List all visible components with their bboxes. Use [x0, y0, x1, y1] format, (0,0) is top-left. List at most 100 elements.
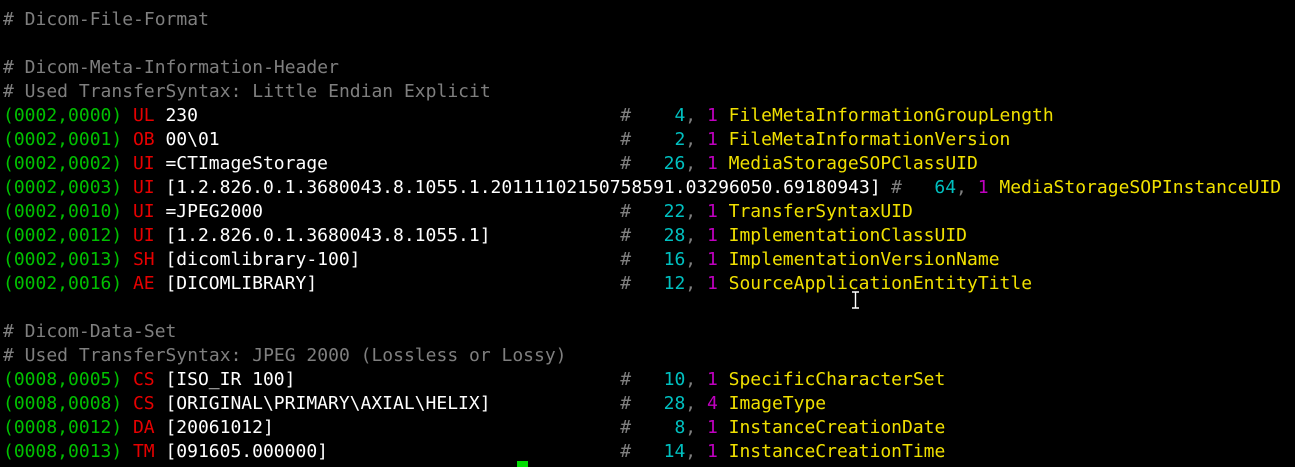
element-keyword: MediaStorageSOPInstanceUID — [999, 177, 1282, 198]
comma-separator: , — [685, 201, 697, 222]
comma-separator: , — [685, 273, 697, 294]
hash-separator: # — [620, 249, 632, 270]
hash-separator: # — [620, 105, 632, 126]
comma-separator: , — [956, 177, 967, 198]
comment-data-set: # Dicom-Data-Set — [3, 321, 177, 342]
dicom-tag: (0002,0001) — [3, 129, 123, 150]
element-length: 28 — [641, 393, 686, 414]
element-keyword: ImageType — [728, 393, 827, 414]
element-value: =JPEG2000 — [165, 201, 263, 222]
value-multiplicity: 1 — [977, 177, 989, 198]
element-length: 2 — [641, 129, 686, 150]
ibeam-cursor-icon — [852, 291, 859, 309]
value-representation: AE — [132, 273, 155, 294]
element-keyword: MediaStorageSOPClassUID — [728, 153, 978, 174]
value-multiplicity: 1 — [706, 273, 718, 294]
element-keyword: TransferSyntaxUID — [728, 201, 913, 222]
element-value: [ORIGINAL\PRIMARY\AXIAL\HELIX] — [165, 393, 491, 414]
value-representation: TM — [132, 441, 155, 462]
element-length: 64 — [912, 177, 957, 198]
terminal-block-cursor — [517, 461, 528, 467]
element-length: 8 — [641, 417, 686, 438]
dicom-tag: (0002,0016) — [3, 273, 123, 294]
value-multiplicity: 1 — [706, 417, 718, 438]
value-representation: UI — [132, 201, 155, 222]
element-value: 00\01 — [165, 129, 220, 150]
element-length: 12 — [641, 273, 686, 294]
comma-separator: , — [685, 369, 697, 390]
hash-separator: # — [620, 129, 632, 150]
comma-separator: , — [685, 417, 697, 438]
value-representation: DA — [132, 417, 155, 438]
element-keyword: InstanceCreationTime — [728, 441, 946, 462]
comma-separator: , — [685, 153, 697, 174]
comma-separator: , — [685, 249, 697, 270]
dicom-tag: (0002,0000) — [3, 105, 123, 126]
element-length: 10 — [641, 369, 686, 390]
value-representation: OB — [132, 129, 155, 150]
dicom-tag: (0008,0005) — [3, 369, 123, 390]
dicom-tag: (0002,0012) — [3, 225, 123, 246]
element-keyword: SourceApplicationEntityTitle — [728, 273, 1033, 294]
value-multiplicity: 1 — [706, 129, 718, 150]
element-value: [dicomlibrary-100] — [165, 249, 361, 270]
element-length: 4 — [641, 105, 686, 126]
comma-separator: , — [685, 105, 697, 126]
comment-file-format: # Dicom-File-Format — [3, 9, 209, 30]
element-length: 22 — [641, 201, 686, 222]
dicom-tag: (0002,0002) — [3, 153, 123, 174]
value-multiplicity: 1 — [706, 105, 718, 126]
terminal-window[interactable]: # Dicom-File-Format # Dicom-Meta-Informa… — [0, 0, 1295, 467]
dicom-tag: (0002,0003) — [3, 177, 123, 198]
element-value: 230 — [165, 105, 198, 126]
element-length: 16 — [641, 249, 686, 270]
dicom-tag: (0008,0008) — [3, 393, 123, 414]
value-representation: UI — [132, 153, 155, 174]
comma-separator: , — [685, 441, 697, 462]
dicom-tag: (0008,0012) — [3, 417, 123, 438]
hash-separator: # — [891, 177, 902, 198]
value-representation: UI — [132, 225, 155, 246]
element-length: 14 — [641, 441, 686, 462]
value-multiplicity: 1 — [706, 201, 718, 222]
hash-separator: # — [620, 201, 632, 222]
value-representation: CS — [132, 369, 155, 390]
hash-separator: # — [620, 369, 632, 390]
element-value: =CTImageStorage — [165, 153, 328, 174]
hash-separator: # — [620, 417, 632, 438]
element-keyword: SpecificCharacterSet — [728, 369, 946, 390]
comment-meta-header: # Dicom-Meta-Information-Header — [3, 57, 339, 78]
element-keyword: ImplementationVersionName — [728, 249, 1000, 270]
element-length: 26 — [641, 153, 686, 174]
comma-separator: , — [685, 225, 697, 246]
element-value: [20061012] — [165, 417, 274, 438]
hash-separator: # — [620, 441, 632, 462]
hash-separator: # — [620, 153, 632, 174]
value-representation: UI — [132, 177, 155, 198]
hash-separator: # — [620, 393, 632, 414]
element-length: 28 — [641, 225, 686, 246]
value-representation: CS — [132, 393, 155, 414]
element-value: [DICOMLIBRARY] — [165, 273, 318, 294]
dicom-tag: (0008,0013) — [3, 441, 123, 462]
dicom-tag: (0002,0010) — [3, 201, 123, 222]
value-multiplicity: 4 — [706, 393, 718, 414]
value-multiplicity: 1 — [706, 441, 718, 462]
element-value: [1.2.826.0.1.3680043.8.1055.1.2011110215… — [165, 177, 881, 198]
comment-meta-syntax: # Used TransferSyntax: Little Endian Exp… — [3, 81, 491, 102]
element-keyword: FileMetaInformationGroupLength — [728, 105, 1054, 126]
value-multiplicity: 1 — [706, 225, 718, 246]
element-keyword: InstanceCreationDate — [728, 417, 946, 438]
element-value: [091605.000000] — [165, 441, 328, 462]
dicom-tag: (0002,0013) — [3, 249, 123, 270]
element-keyword: ImplementationClassUID — [728, 225, 968, 246]
comma-separator: , — [685, 129, 697, 150]
hash-separator: # — [620, 225, 632, 246]
hash-separator: # — [620, 273, 632, 294]
value-multiplicity: 1 — [706, 369, 718, 390]
value-representation: UL — [132, 105, 155, 126]
value-multiplicity: 1 — [706, 153, 718, 174]
comma-separator: , — [685, 393, 697, 414]
element-value: [1.2.826.0.1.3680043.8.1055.1] — [165, 225, 491, 246]
element-keyword: FileMetaInformationVersion — [728, 129, 1011, 150]
